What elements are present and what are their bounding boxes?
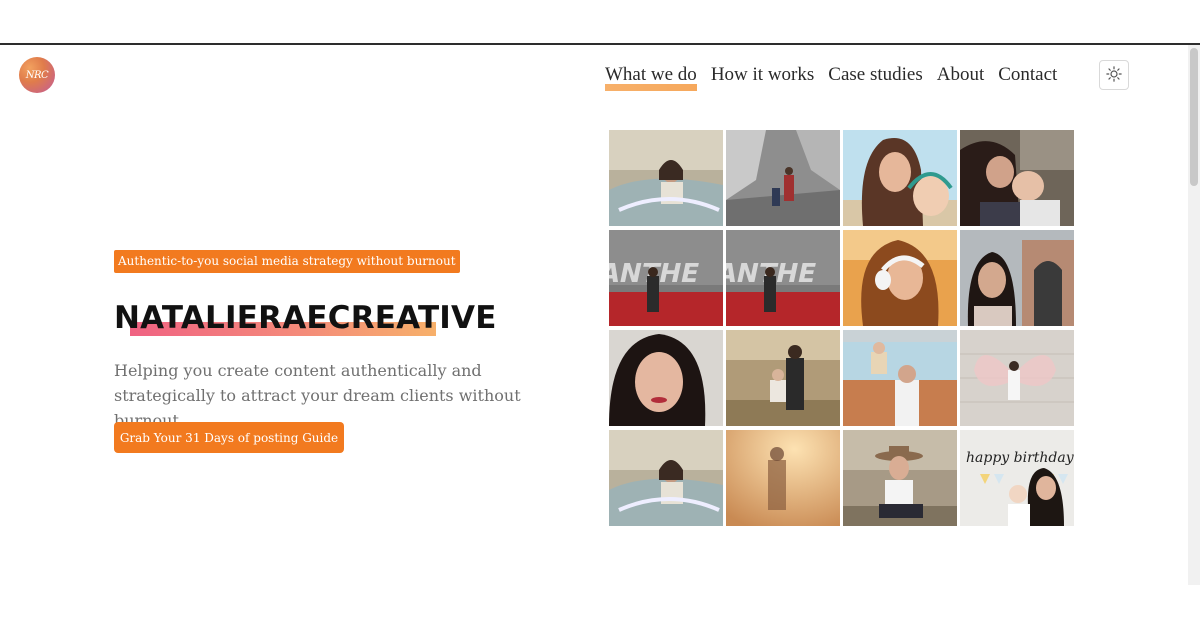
gallery-photo[interactable]	[609, 430, 723, 526]
gallery-photo[interactable]	[843, 330, 957, 426]
gallery-photo[interactable]	[843, 430, 957, 526]
gallery-photo[interactable]	[960, 230, 1074, 326]
photo-birthday: happy birthday	[960, 430, 1074, 526]
photo-woman-doorway	[960, 230, 1074, 326]
photo-child-on-shoulders	[843, 330, 957, 426]
gallery-photo[interactable]	[960, 130, 1074, 226]
nav-how-it-works[interactable]: How it works	[711, 64, 814, 90]
gallery-photo[interactable]	[726, 330, 840, 426]
brand-logo[interactable]: NRC	[19, 57, 55, 93]
page-title: NATALIERAECREATIVE	[114, 300, 497, 336]
gallery-photo[interactable]: ANTHE	[609, 230, 723, 326]
photo-chalk-wings	[960, 330, 1074, 426]
gallery-photo[interactable]	[609, 130, 723, 226]
photo-holding-child	[726, 330, 840, 426]
photo-rocky-trail	[726, 130, 840, 226]
photo-gallery: ANTHE ANTHE	[609, 130, 1074, 526]
gallery-photo[interactable]	[843, 130, 957, 226]
photo-woman-headphones	[843, 230, 957, 326]
photo-woman-in-car	[609, 130, 723, 226]
nav-about[interactable]: About	[937, 64, 985, 90]
nav-case-studies[interactable]: Case studies	[828, 64, 922, 90]
photo-mother-daughter-selfie	[843, 130, 957, 226]
download-guide-button[interactable]: Grab Your 31 Days of posting Guide	[114, 422, 344, 453]
photo-anthem-stage: ANTHE	[726, 230, 840, 326]
photo-woman-in-car	[609, 430, 723, 526]
sun-icon	[1105, 65, 1123, 86]
photo-golden-light	[726, 430, 840, 526]
gallery-photo[interactable]	[726, 430, 840, 526]
top-border	[0, 43, 1200, 45]
nav-contact[interactable]: Contact	[998, 64, 1057, 90]
photo-close-up-selfie	[609, 330, 723, 426]
scrollbar-thumb[interactable]	[1190, 48, 1198, 186]
nav-what-we-do[interactable]: What we do	[605, 64, 697, 91]
gallery-photo[interactable]: ANTHE	[726, 230, 840, 326]
photo-mother-kissing-child	[960, 130, 1074, 226]
theme-toggle-button[interactable]	[1099, 60, 1129, 90]
gallery-photo[interactable]	[960, 330, 1074, 426]
gallery-photo[interactable]: happy birthday	[960, 430, 1074, 526]
birthday-banner-text: happy birthday	[966, 450, 1074, 466]
photo-hat-in-desert	[843, 430, 957, 526]
logo-text: NRC	[25, 69, 49, 81]
tagline-badge: Authentic-to-you social media strategy w…	[114, 250, 460, 273]
gallery-photo[interactable]	[609, 330, 723, 426]
photo-anthem-stage: ANTHE	[609, 230, 723, 326]
main-nav: What we do How it works Case studies Abo…	[605, 64, 1057, 91]
gallery-photo[interactable]	[843, 230, 957, 326]
gallery-photo[interactable]	[726, 130, 840, 226]
headline-block: NATALIERAECREATIVE	[114, 300, 497, 336]
